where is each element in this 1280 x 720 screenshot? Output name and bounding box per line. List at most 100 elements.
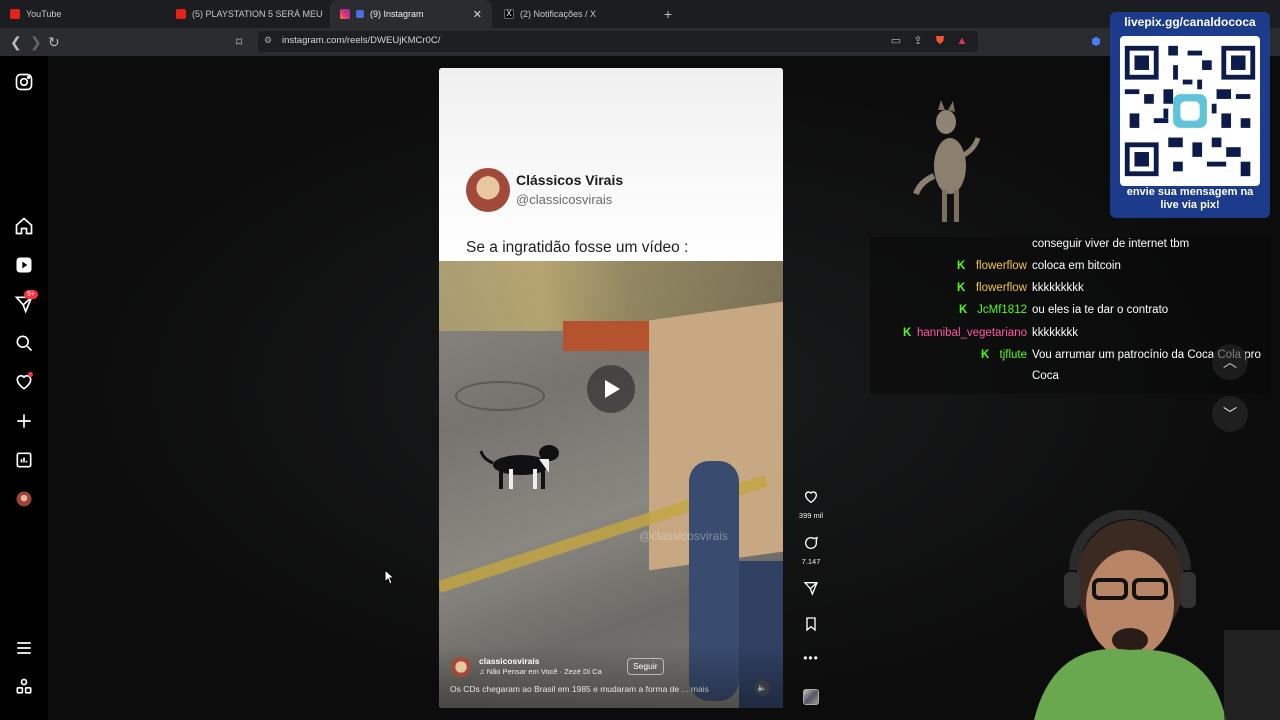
share-icon[interactable]: ⇪ [912, 35, 924, 47]
new-tab-button[interactable]: + [664, 6, 672, 22]
notification-badge: 9+ [24, 290, 38, 299]
youtube-icon [10, 9, 20, 19]
forward-icon[interactable]: ❯ [30, 34, 42, 51]
menu-icon[interactable] [14, 638, 34, 658]
footer-music-info[interactable]: ♫ Não Pensar em Você · Zezé Di Ca [479, 667, 609, 676]
reel-caption: Se a ingratidão fosse um vídeo : [466, 239, 689, 256]
like-count: 399 mil [798, 511, 824, 520]
comment-button[interactable]: 7.147 [798, 535, 824, 566]
meta-icon[interactable] [14, 677, 34, 697]
kick-badge-icon: K [959, 304, 968, 316]
extension-icon[interactable]: ⬢ [1090, 36, 1102, 48]
tab-group-icon [356, 10, 364, 18]
play-icon [605, 380, 620, 398]
kick-badge-icon: K [903, 327, 912, 339]
kick-badge-icon: K [981, 349, 990, 361]
chat-message-text: kkkkkkkkk [1032, 282, 1084, 294]
instagram-sidebar: 9+ [0, 56, 48, 720]
reload-icon[interactable]: ↻ [48, 34, 60, 51]
send-icon [803, 582, 818, 596]
reels-icon[interactable] [14, 255, 34, 275]
tab-label: (9) Instagram [370, 9, 424, 19]
channel-name: Clássicos Virais [516, 172, 624, 188]
address-bar[interactable]: ⚙ instagram.com/reels/DWEUjKMCr0C/ ▭ ⇪ ⛊… [258, 31, 978, 52]
kick-badge-icon: K [957, 282, 966, 294]
share-button[interactable] [798, 580, 824, 601]
chat-message-text: ou eles ia te dar o contrato [1032, 304, 1169, 316]
chat-message-text: Coca [1032, 370, 1059, 382]
chat-username[interactable]: tjflute [1000, 349, 1028, 361]
brave-rewards-icon[interactable]: ▲ [956, 35, 968, 47]
video-dog [479, 445, 559, 489]
qr-url: livepix.gg/canaldococa [1124, 15, 1256, 29]
footer-avatar[interactable] [451, 657, 471, 677]
qr-code [1120, 36, 1260, 186]
reel-video-card[interactable]: Clássicos Virais @classicosvirais Se a i… [439, 68, 783, 708]
x-icon: X [504, 9, 514, 19]
qr-message: envie sua mensagem na live via pix! [1110, 186, 1270, 212]
chat-username[interactable]: flowerflow [976, 282, 1027, 294]
create-icon[interactable] [14, 411, 34, 431]
youtube-icon [176, 9, 186, 19]
more-options-icon[interactable]: ••• [798, 651, 824, 665]
mute-icon[interactable]: 🔈 [754, 680, 770, 696]
messages-icon[interactable]: 9+ [14, 290, 38, 314]
chat-message-text: kkkkkkkk [1032, 327, 1078, 339]
notification-dot [28, 372, 33, 377]
home-icon[interactable] [14, 216, 34, 236]
video-pizza [563, 321, 663, 351]
qr-message-line: live via pix! [1160, 199, 1220, 211]
livepix-qr-card: livepix.gg/canaldococa envie sua mensage… [1110, 12, 1270, 218]
like-button[interactable]: 399 mil [798, 489, 824, 520]
brave-shield-icon[interactable]: ⛊ [934, 35, 946, 47]
back-icon[interactable]: ❮ [10, 34, 22, 51]
bookmark-icon[interactable]: ⌑ [236, 35, 242, 49]
close-icon[interactable]: ✕ [473, 8, 482, 21]
scroll-down-icon[interactable]: ﹀ [1212, 396, 1248, 432]
qr-message-line: envie sua mensagem na [1126, 186, 1254, 198]
bookmark-icon [806, 617, 816, 632]
wolf-animation [913, 100, 981, 222]
footer-username[interactable]: classicosvirais [479, 656, 540, 666]
scroll-up-icon[interactable]: ︿ [1212, 344, 1248, 380]
tab-instagram[interactable]: (9) Instagram ✕ [330, 0, 492, 28]
more-link[interactable]: ... mais [682, 684, 709, 694]
save-button[interactable] [798, 616, 824, 637]
stream-chat: conseguir viver de internet tbm K flower… [870, 237, 1270, 394]
chat-username[interactable]: hannibal_vegetariano [917, 327, 1027, 339]
description-text: Os CDs chegaram ao Brasil em 1985 e muda… [450, 684, 680, 694]
reel-description[interactable]: Os CDs chegaram ao Brasil em 1985 e muda… [450, 684, 709, 694]
profile-avatar[interactable] [14, 489, 34, 509]
audio-thumbnail[interactable] [803, 689, 819, 705]
heart-icon[interactable] [14, 372, 34, 392]
tab-youtube-playstation[interactable]: (5) PLAYSTATION 5 SERÁ MEU ÚLTIM [166, 0, 330, 28]
reel-video-frame[interactable]: @classicosvirais [439, 261, 783, 708]
chat-message-text: conseguir viver de internet tbm [1032, 238, 1190, 250]
kick-badge-icon: K [957, 260, 966, 272]
follow-button[interactable]: Seguir [627, 658, 664, 675]
instagram-logo-icon[interactable] [14, 72, 34, 92]
tab-label: (2) Notificações / X [520, 9, 597, 19]
heart-icon [804, 491, 818, 504]
tab-bar: YouTube (5) PLAYSTATION 5 SERÁ MEU ÚLTIM… [0, 0, 1280, 28]
channel-handle: @classicosvirais [516, 192, 613, 207]
streamer-webcam [1034, 510, 1280, 720]
dashboard-icon[interactable] [14, 450, 34, 470]
url-text[interactable]: instagram.com/reels/DWEUjKMCr0C/ [282, 35, 440, 46]
search-icon[interactable] [14, 333, 34, 353]
tab-label: (5) PLAYSTATION 5 SERÁ MEU ÚLTIM [192, 9, 322, 19]
tab-label: YouTube [26, 9, 62, 19]
chat-message-text: coloca em bitcoin [1032, 260, 1121, 272]
cast-icon[interactable]: ▭ [890, 35, 902, 47]
chat-username[interactable]: JcMf1812 [977, 304, 1027, 316]
reel-header-panel: Clássicos Virais @classicosvirais Se a i… [439, 68, 783, 261]
chat-username[interactable]: flowerflow [976, 260, 1027, 272]
mouse-cursor-icon [384, 569, 396, 585]
music-title: Não Pensar em Você · Zezé Di Ca [486, 667, 602, 676]
reel-footer: classicosvirais ♫ Não Pensar em Você · Z… [439, 646, 783, 708]
music-note-icon: ♫ [479, 667, 487, 676]
play-button[interactable] [587, 365, 635, 413]
tab-youtube[interactable]: YouTube [0, 0, 166, 28]
site-info-icon[interactable]: ⚙ [264, 35, 272, 46]
tab-x[interactable]: X (2) Notificações / X [494, 0, 658, 28]
